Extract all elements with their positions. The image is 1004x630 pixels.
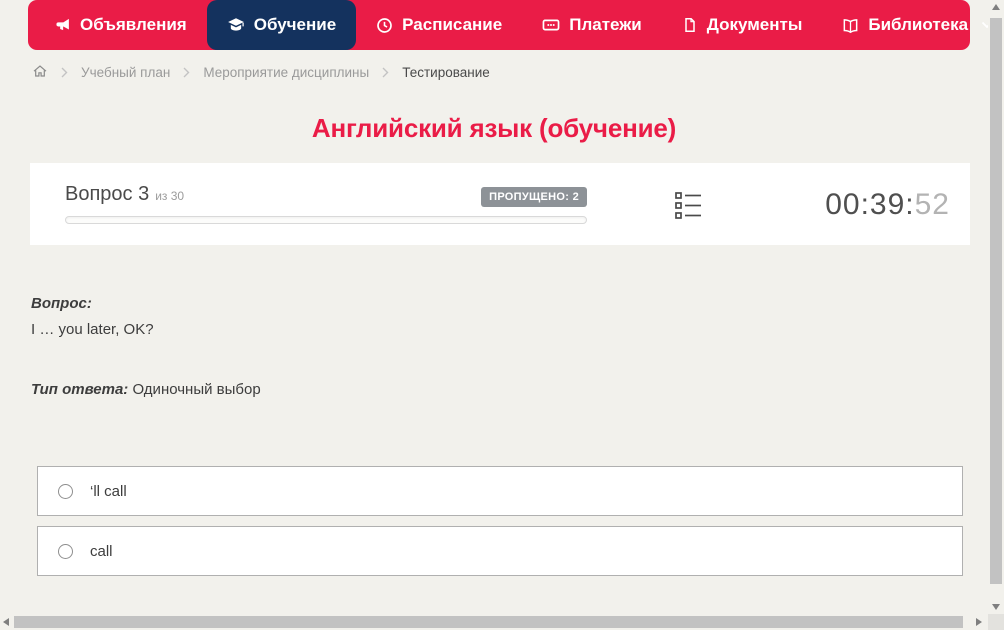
nav-item-library[interactable]: Библиотека [822, 0, 1004, 50]
question-text: I … you later, OK? [31, 317, 154, 343]
home-icon[interactable] [32, 63, 48, 82]
nav-item-label: Документы [707, 15, 803, 35]
nav-item-schedule[interactable]: Расписание [356, 0, 522, 50]
scrollbar-corner [988, 614, 1004, 630]
document-icon [682, 17, 698, 33]
breadcrumb-separator-icon [382, 67, 389, 78]
breadcrumb-separator-icon [61, 67, 68, 78]
open-book-icon [842, 17, 859, 34]
breadcrumb-item-curriculum[interactable]: Учебный план [81, 65, 170, 80]
scroll-down-arrow-icon[interactable] [992, 604, 1000, 610]
question-progress-block: Вопрос 3 из 30 ПРОПУЩЕНО: 2 [65, 183, 587, 224]
breadcrumb-separator-icon [183, 67, 190, 78]
answer-type-row: Тип ответа: Одиночный выбор [31, 377, 261, 403]
breadcrumb-item-testing: Тестирование [402, 65, 490, 80]
answer-options: ‘ll call call [37, 466, 963, 586]
timer-seconds: 52 [915, 188, 950, 221]
graduation-cap-icon [227, 16, 245, 34]
vertical-scrollbar-thumb[interactable] [990, 18, 1002, 584]
clock-icon [376, 17, 393, 34]
scroll-up-arrow-icon[interactable] [992, 4, 1000, 10]
horizontal-scrollbar[interactable] [0, 614, 988, 630]
progress-bar [65, 216, 587, 224]
radio-button[interactable] [58, 484, 73, 499]
question-heading: Вопрос: [31, 291, 154, 317]
payment-card-icon [542, 16, 560, 34]
question-header-panel: Вопрос 3 из 30 ПРОПУЩЕНО: 2 00:39:52 [30, 163, 970, 245]
nav-item-payments[interactable]: Платежи [522, 0, 662, 50]
answer-type-label: Тип ответа: [31, 381, 128, 398]
nav-item-label: Расписание [402, 15, 502, 35]
nav-item-label: Обучение [254, 15, 336, 35]
page-title: Английский язык (обучение) [0, 113, 988, 144]
question-total: из 30 [155, 189, 184, 203]
answer-type-value: Одиночный выбор [132, 381, 260, 398]
quiz-page: Объявления Обучение Расписание Платежи Д… [0, 0, 1004, 630]
main-nav: Объявления Обучение Расписание Платежи Д… [28, 0, 970, 50]
question-body: Вопрос: I … you later, OK? [31, 291, 154, 343]
nav-item-documents[interactable]: Документы [662, 0, 823, 50]
skipped-badge: ПРОПУЩЕНО: 2 [481, 187, 587, 207]
nav-item-label: Платежи [569, 15, 642, 35]
breadcrumb-item-discipline-event[interactable]: Мероприятие дисциплины [203, 65, 369, 80]
answer-option-label: ‘ll call [90, 483, 127, 500]
radio-button[interactable] [58, 544, 73, 559]
vertical-scrollbar[interactable] [988, 0, 1004, 614]
nav-item-label: Объявления [80, 15, 187, 35]
horizontal-scrollbar-thumb[interactable] [14, 616, 963, 628]
question-number: Вопрос 3 [65, 183, 149, 206]
nav-item-label: Библиотека [868, 15, 968, 35]
scroll-left-arrow-icon[interactable] [3, 618, 9, 626]
answer-option-1[interactable]: ‘ll call [37, 466, 963, 516]
answer-option-2[interactable]: call [37, 526, 963, 576]
megaphone-icon [54, 17, 71, 34]
timer: 00:39:52 [825, 188, 950, 222]
timer-hours-minutes: 00:39: [825, 188, 914, 221]
breadcrumb: Учебный план Мероприятие дисциплины Тест… [32, 63, 490, 82]
nav-item-learning[interactable]: Обучение [207, 0, 356, 50]
answer-option-label: call [90, 543, 113, 560]
scroll-right-arrow-icon[interactable] [976, 618, 982, 626]
nav-item-announcements[interactable]: Объявления [34, 0, 207, 50]
question-list-icon[interactable] [675, 189, 702, 227]
